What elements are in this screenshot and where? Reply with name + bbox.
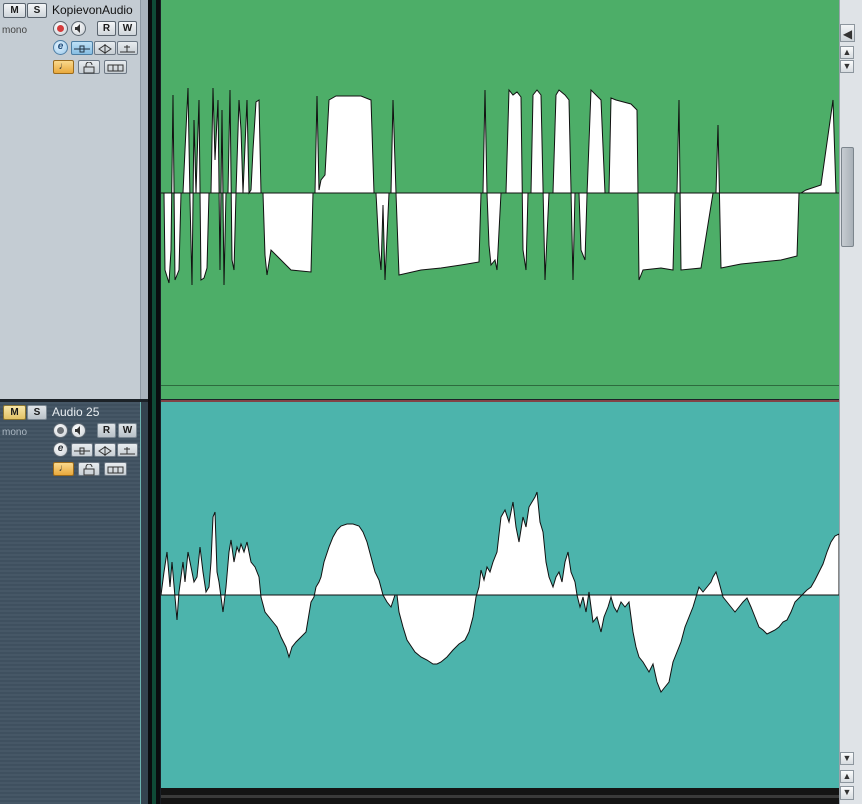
chevron-up-icon: ▲ bbox=[842, 47, 852, 57]
insert-icon bbox=[74, 447, 90, 455]
record-icon bbox=[57, 427, 64, 434]
read-automation-button[interactable]: R bbox=[97, 423, 116, 438]
track-color-strip bbox=[152, 0, 156, 804]
sends-bypass-button[interactable] bbox=[117, 443, 138, 457]
lock-icon bbox=[83, 61, 95, 74]
sends-icon bbox=[120, 45, 135, 53]
sends-bypass-button[interactable] bbox=[117, 41, 138, 55]
track-name[interactable]: KopievonAudio bbox=[52, 3, 133, 17]
record-icon bbox=[57, 25, 64, 32]
lock-button[interactable] bbox=[78, 60, 100, 74]
collapse-left-button[interactable]: ◀ bbox=[840, 24, 855, 42]
chevron-down-icon: ▼ bbox=[842, 61, 852, 71]
mute-button[interactable]: M bbox=[3, 3, 26, 18]
eq-bypass-button[interactable] bbox=[94, 41, 116, 55]
eq-icon bbox=[98, 446, 112, 456]
record-enable-button[interactable] bbox=[53, 423, 68, 438]
eq-bypass-button[interactable] bbox=[94, 443, 116, 457]
chevron-down-icon: ▼ bbox=[842, 787, 852, 797]
timebase-button[interactable]: ♩ bbox=[53, 60, 74, 74]
lanes-button[interactable] bbox=[104, 60, 127, 74]
sends-icon bbox=[120, 447, 135, 455]
note-icon: ♩ bbox=[58, 463, 69, 474]
track-header-edge bbox=[140, 402, 148, 804]
edit-icon: e bbox=[57, 443, 64, 454]
eq-icon bbox=[98, 44, 112, 54]
note-icon: ♩ bbox=[58, 61, 69, 72]
write-automation-button[interactable]: W bbox=[118, 21, 137, 36]
monitor-button[interactable] bbox=[71, 423, 86, 438]
event-lane-footer bbox=[161, 385, 839, 399]
insert-bypass-button[interactable] bbox=[71, 443, 93, 457]
triangle-left-icon: ◀ bbox=[842, 27, 853, 41]
waveform-track-1 bbox=[161, 87, 839, 286]
timebase-button[interactable]: ♩ bbox=[53, 462, 74, 476]
lock-button[interactable] bbox=[78, 462, 100, 476]
solo-button[interactable]: S bbox=[27, 3, 47, 18]
horizontal-scroll-track bbox=[161, 795, 839, 798]
lanes-icon bbox=[107, 64, 124, 72]
audio-event-audio-25[interactable] bbox=[161, 402, 839, 788]
scroll-down-button[interactable]: ▼ bbox=[840, 60, 854, 73]
edit-icon: e bbox=[57, 41, 64, 52]
edit-channel-button[interactable]: e bbox=[53, 442, 68, 457]
insert-bypass-button[interactable] bbox=[71, 41, 93, 55]
chevron-up-icon: ▲ bbox=[842, 771, 852, 781]
write-automation-button[interactable]: W bbox=[118, 423, 137, 438]
monitor-icon bbox=[75, 24, 80, 33]
channel-config: mono bbox=[2, 427, 28, 438]
audio-event-kopievonaudio[interactable] bbox=[161, 0, 839, 399]
zoom-in-button[interactable]: ▼ bbox=[840, 786, 854, 800]
read-automation-button[interactable]: R bbox=[97, 21, 116, 36]
track-header-edge bbox=[140, 0, 148, 400]
channel-config: mono bbox=[2, 25, 28, 36]
vertical-scrollbar[interactable] bbox=[839, 0, 862, 804]
monitor-button[interactable] bbox=[71, 21, 86, 36]
monitor-icon bbox=[75, 426, 80, 435]
solo-button[interactable]: S bbox=[27, 405, 47, 420]
lanes-icon bbox=[107, 466, 124, 474]
lanes-button[interactable] bbox=[104, 462, 127, 476]
mute-button[interactable]: M bbox=[3, 405, 26, 420]
insert-icon bbox=[74, 45, 90, 53]
waveform-track-2 bbox=[161, 491, 839, 693]
track-header-audio-25[interactable]: M S Audio 25 mono R W e ♩ bbox=[0, 402, 140, 804]
track-header-kopievonaudio[interactable]: M S KopievonAudio mono R W e ♩ bbox=[0, 0, 140, 400]
scroll-up-button[interactable]: ▲ bbox=[840, 46, 854, 59]
lock-icon bbox=[83, 463, 95, 476]
chevron-down-icon: ▼ bbox=[842, 753, 852, 763]
track-name[interactable]: Audio 25 bbox=[52, 405, 99, 419]
record-enable-button[interactable] bbox=[53, 21, 68, 36]
edit-channel-button[interactable]: e bbox=[53, 40, 68, 55]
vertical-scroll-thumb[interactable] bbox=[841, 147, 854, 247]
zoom-out-button[interactable]: ▲ bbox=[840, 770, 854, 783]
scroll-down-button-lower[interactable]: ▼ bbox=[840, 752, 854, 765]
